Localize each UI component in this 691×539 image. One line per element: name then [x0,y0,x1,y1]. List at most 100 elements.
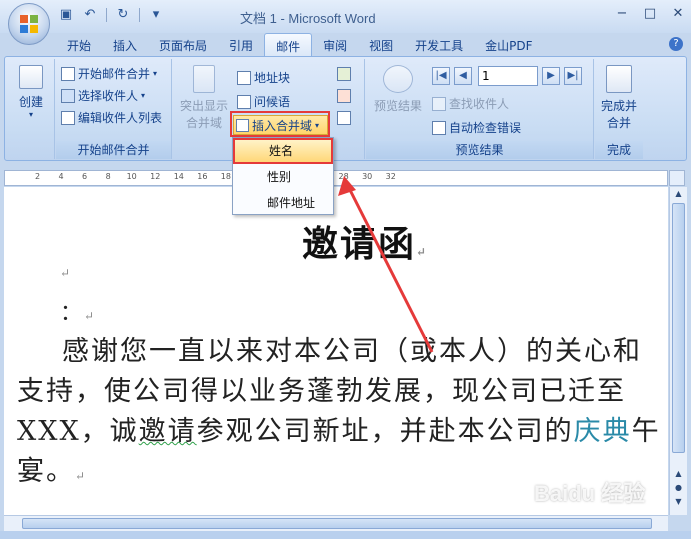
redo-icon[interactable]: ↻ [115,7,131,23]
update-labels-button[interactable] [337,111,351,125]
edit-list-icon [61,110,75,125]
tab-review[interactable]: 审阅 [312,33,358,56]
ruler-tick: 16 [197,172,208,181]
last-record-button[interactable]: ▶| [564,67,582,85]
document-title[interactable]: 邀请函↵ [302,215,428,267]
auto-check-errors-button[interactable]: 自动检查错误 [432,119,521,136]
highlight-label-1: 突出显示 [179,99,228,113]
tab-kingsoft-pdf[interactable]: 金山PDF [474,33,543,56]
first-record-button[interactable]: |◀ [432,67,450,85]
vertical-scroll-thumb[interactable] [672,203,685,453]
finish-merge-label-2: 合并 [606,116,631,130]
document-title-text: 邀请函 [302,223,417,265]
scroll-up-icon[interactable]: ▲ [672,189,685,201]
select-recipients-button[interactable]: 选择收件人 ▾ [61,87,145,104]
browse-object-icon[interactable]: ● [672,483,685,495]
paragraph-mark: ↵ [75,469,88,483]
maximize-button[interactable]: □ [643,6,657,21]
merge-field-option-name[interactable]: 姓名 [233,138,333,164]
ruler-tick: 6 [82,172,88,181]
body-line-3-part-c: 参观公司新址，并赴本公司的 [196,416,574,447]
highlight-label-2: 合并域 [185,116,222,130]
highlight-merge-fields-button[interactable]: 突出显示 合并域 [179,65,229,131]
ruler-tick: 30 [362,172,373,181]
match-fields-button[interactable] [337,89,351,103]
tab-home[interactable]: 开始 [56,33,102,56]
close-button[interactable]: ✕ [671,6,685,21]
edit-recipient-list-label: 编辑收件人列表 [78,111,163,125]
start-mail-merge-label: 开始邮件合并 [78,67,151,81]
ribbon: 创建 ▾ 开始邮件合并 ▾ 选择收件人 ▾ 编辑收件人列表 开始邮件合并 突出显… [4,56,687,161]
body-line-1[interactable]: 感谢您一直以来对本公司（或本人）的关心和 [62,329,642,368]
start-mail-merge-button[interactable]: 开始邮件合并 ▾ [61,65,157,82]
find-recipient-label: 查找收件人 [449,97,510,111]
ruler-tick: 4 [58,172,64,181]
rules-button[interactable] [337,67,351,81]
paragraph-mark: ↵ [416,245,429,259]
preview-results-label: 预览结果 [373,99,422,113]
highlight-fields-icon [193,65,215,93]
greeting-line-icon [237,94,251,109]
status-bar [0,531,691,539]
edit-recipient-list-button[interactable]: 编辑收件人列表 [61,109,162,126]
previous-record-button[interactable]: ◀ [454,67,472,85]
undo-icon[interactable]: ↶ [82,7,98,23]
save-icon[interactable]: ▣ [58,7,74,23]
vertical-scrollbar[interactable]: ▲ ▲ ● ▼ [669,187,687,515]
ribbon-tabs: 开始 插入 页面布局 引用 邮件 审阅 视图 开发工具 金山PDF [56,33,544,56]
tab-mailings[interactable]: 邮件 [264,33,313,56]
document-page[interactable]: 邀请函↵ ↵ ：↵ 感谢您一直以来对本公司（或本人）的关心和 支持，使公司得以业… [4,187,668,515]
body-line-3-part-b: 邀请 [138,416,197,447]
tab-insert[interactable]: 插入 [102,33,148,56]
view-ruler-button[interactable] [669,170,685,186]
address-block-button[interactable]: 地址块 [237,69,290,86]
ruler-tick: 2 [34,172,41,181]
customize-icon[interactable]: ▾ [148,7,164,23]
next-page-icon[interactable]: ▼ [672,497,685,509]
preview-results-icon [383,65,413,93]
empty-paragraph[interactable]: ↵ [60,265,72,281]
help-icon[interactable]: ? [669,37,683,51]
window-title: 文档 1 - Microsoft Word [240,11,376,26]
previous-page-icon[interactable]: ▲ [672,469,685,481]
body-line-4-text: 宴。 [17,456,75,487]
qat-divider [106,8,107,22]
body-line-2[interactable]: 支持，使公司得以业务蓬勃发展，现公司已迁至 [17,369,626,408]
next-record-button[interactable]: ▶ [542,67,560,85]
tab-developer[interactable]: 开发工具 [404,33,474,56]
create-label: 创建 [18,95,43,109]
insert-merge-field-highlight [230,111,330,137]
ruler-tick: 10 [126,172,137,181]
preview-results-button[interactable]: 预览结果 [370,65,426,114]
watermark-logo: Baidu 经验 [534,481,646,506]
office-logo-icon [20,15,38,33]
group-create: 创建 ▾ [7,59,55,159]
tab-references[interactable]: 引用 [218,33,264,56]
tab-view[interactable]: 视图 [358,33,404,56]
horizontal-ruler[interactable]: 2 4 6 8 10 12 14 16 18 20 22 24 26 28 30… [4,170,668,186]
find-recipient-button[interactable]: 查找收件人 [432,95,509,112]
merge-field-option-email[interactable]: 邮件地址 [233,190,333,216]
merge-field-dropdown: 姓名 性别 邮件地址 [232,137,334,215]
tab-page-layout[interactable]: 页面布局 [148,33,218,56]
group-label-start-mail-merge: 开始邮件合并 [56,141,171,159]
record-number-input[interactable]: 1 [478,66,538,86]
horizontal-scroll-thumb[interactable] [22,518,652,529]
group-label-preview-results: 预览结果 [366,141,593,159]
finish-merge-button[interactable]: 完成并 合并 [597,65,641,131]
title-bar: ▣ ↶ ↻ ▾ 文档 1 - Microsoft Word − □ ✕ [0,0,691,33]
horizontal-scrollbar[interactable] [4,515,668,531]
finish-merge-icon [606,65,632,93]
group-preview-results: 预览结果 |◀ ◀ 1 ▶ ▶| 查找收件人 自动检查错误 预览结果 [366,59,594,159]
body-line-4[interactable]: 宴。↵ [17,449,87,488]
greeting-line-button[interactable]: 问候语 [237,93,290,110]
greeting-line[interactable]: ：↵ [60,295,96,327]
recipients-icon [61,88,75,103]
office-button[interactable] [8,3,50,45]
address-block-icon [237,70,251,85]
group-label-finish: 完成 [595,141,643,159]
body-line-3[interactable]: XXX，诚邀请参观公司新址，并赴本公司的庆典午 [17,409,661,448]
create-button[interactable]: 创建 ▾ [13,65,49,119]
minimize-button[interactable]: − [615,6,629,21]
merge-field-option-gender[interactable]: 性别 [233,164,333,190]
